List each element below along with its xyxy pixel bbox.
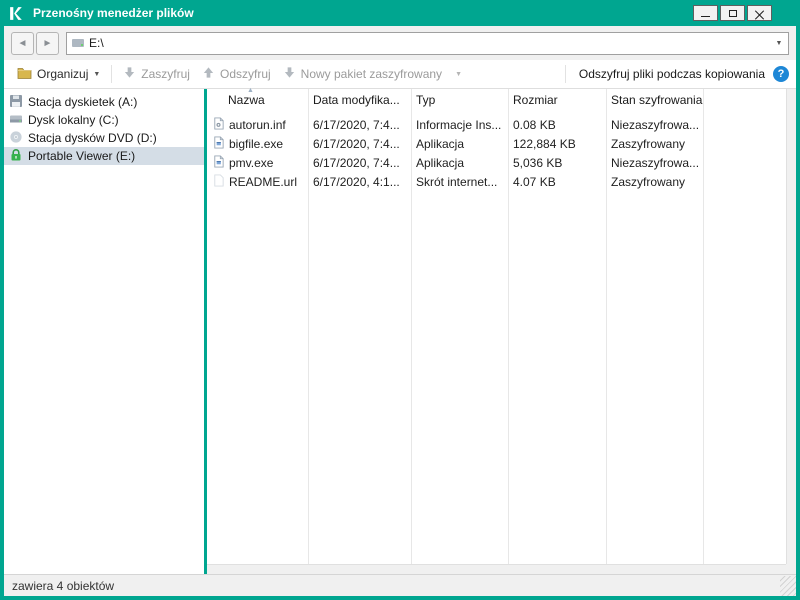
maximize-icon xyxy=(729,10,737,17)
chevron-down-icon: ▼ xyxy=(776,40,783,47)
navigation-bar: ◄ ► E:\ ▼ xyxy=(4,26,796,60)
file-encryption-status: Niezaszyfrowa... xyxy=(611,115,706,134)
window-body: ◄ ► E:\ ▼ Organizuj ▼ Zaszyfr xyxy=(4,26,796,596)
file-rows: autorun.inf 6/17/2020, 7:4... Informacje… xyxy=(207,115,786,191)
status-text: zawiera 4 obiektów xyxy=(12,579,114,593)
floppy-drive-icon xyxy=(9,94,23,111)
file-type: Aplikacja xyxy=(416,153,506,172)
arrow-down-icon xyxy=(123,66,136,82)
file-row-autorun[interactable]: autorun.inf 6/17/2020, 7:4... Informacje… xyxy=(207,115,786,134)
column-header-modified[interactable]: Data modyfika... xyxy=(313,89,408,111)
organize-label: Organizuj xyxy=(37,67,88,81)
file-encryption-status: Niezaszyfrowa... xyxy=(611,153,706,172)
scrollbar-corner xyxy=(786,564,796,574)
column-header-name[interactable]: Nazwa xyxy=(228,89,308,111)
sidebar-item-label: Dysk lokalny (C:) xyxy=(28,113,119,127)
maximize-button[interactable] xyxy=(720,5,745,21)
chevron-down-icon: ▼ xyxy=(93,71,100,78)
sidebar-item-label: Portable Viewer (E:) xyxy=(28,149,135,163)
sidebar-item-label: Stacja dyskietek (A:) xyxy=(28,95,137,109)
dvd-drive-icon xyxy=(9,130,23,147)
window-title: Przenośny menedżer plików xyxy=(33,6,194,20)
file-modified: 6/17/2020, 7:4... xyxy=(313,115,408,134)
minimize-icon xyxy=(701,16,710,17)
file-size: 4.07 KB xyxy=(513,172,603,191)
close-icon xyxy=(755,9,764,18)
vertical-scrollbar[interactable] xyxy=(786,89,796,564)
organize-button[interactable]: Organizuj ▼ xyxy=(11,63,106,85)
sidebar-item-label: Stacja dysków DVD (D:) xyxy=(28,131,157,145)
file-modified: 6/17/2020, 7:4... xyxy=(313,134,408,153)
file-row-pmv[interactable]: pmv.exe 6/17/2020, 7:4... Aplikacja 5,03… xyxy=(207,153,786,172)
app-window: Przenośny menedżer plików ◄ ► E:\ ▼ Orga xyxy=(0,0,800,600)
chevron-down-icon: ▼ xyxy=(455,71,462,78)
file-modified: 6/17/2020, 4:1... xyxy=(313,172,408,191)
file-list: ▲ Nazwa Data modyfika... Typ Rozmiar Sta… xyxy=(207,89,796,574)
file-name: autorun.inf xyxy=(229,118,286,132)
minimize-button[interactable] xyxy=(693,5,718,21)
address-combobox[interactable]: E:\ ▼ xyxy=(66,32,789,55)
close-button[interactable] xyxy=(747,5,772,21)
file-type: Skrót internet... xyxy=(416,172,506,191)
forward-icon: ► xyxy=(43,38,53,49)
drive-icon xyxy=(72,39,84,47)
sidebar-item-local-c[interactable]: Dysk lokalny (C:) xyxy=(4,111,204,129)
column-header-size[interactable]: Rozmiar xyxy=(513,89,603,111)
forward-button[interactable]: ► xyxy=(36,32,59,55)
address-dropdown-button[interactable]: ▼ xyxy=(770,33,788,54)
decrypt-button[interactable]: Odszyfruj xyxy=(196,63,277,85)
sidebar-item-portable-e[interactable]: Portable Viewer (E:) xyxy=(4,147,204,165)
application-file-icon xyxy=(212,155,225,171)
sidebar-item-floppy-a[interactable]: Stacja dyskietek (A:) xyxy=(4,93,204,111)
back-icon: ◄ xyxy=(18,38,28,49)
drive-list: Stacja dyskietek (A:) Dysk lokalny (C:) … xyxy=(4,89,204,574)
toolbar-separator xyxy=(111,65,112,83)
address-text: E:\ xyxy=(89,36,770,50)
resize-grip[interactable] xyxy=(780,576,796,596)
setup-file-icon xyxy=(212,117,225,133)
content-area: Stacja dyskietek (A:) Dysk lokalny (C:) … xyxy=(4,89,796,574)
back-button[interactable]: ◄ xyxy=(11,32,34,55)
decrypt-label: Odszyfruj xyxy=(220,67,271,81)
kaspersky-logo-icon xyxy=(8,5,25,22)
application-file-icon xyxy=(212,136,225,152)
horizontal-scrollbar[interactable] xyxy=(207,564,786,574)
file-type: Aplikacja xyxy=(416,134,506,153)
status-bar: zawiera 4 obiektów xyxy=(4,574,796,596)
file-size: 122,884 KB xyxy=(513,134,603,153)
titlebar: Przenośny menedżer plików xyxy=(0,0,800,26)
decrypt-on-copy-option[interactable]: Odszyfruj pliki podczas kopiowania xyxy=(579,67,765,81)
arrow-down-icon xyxy=(283,66,296,82)
file-row-readme[interactable]: README.url 6/17/2020, 4:1... Skrót inter… xyxy=(207,172,786,191)
file-name: README.url xyxy=(229,175,297,189)
encrypt-button[interactable]: Zaszyfruj xyxy=(117,63,196,85)
file-name: bigfile.exe xyxy=(229,137,283,151)
folder-icon xyxy=(17,66,32,82)
file-encryption-status: Zaszyfrowany xyxy=(611,134,706,153)
toolbar: Organizuj ▼ Zaszyfruj Odszyfruj xyxy=(4,60,796,89)
column-header-status[interactable]: Stan szyfrowania xyxy=(611,89,706,111)
url-file-icon xyxy=(212,174,225,190)
new-package-label: Nowy pakiet zaszyfrowany xyxy=(301,67,442,81)
file-modified: 6/17/2020, 7:4... xyxy=(313,153,408,172)
encrypt-label: Zaszyfruj xyxy=(141,67,190,81)
toolbar-right-group: Odszyfruj pliki podczas kopiowania ? xyxy=(560,65,789,83)
file-encryption-status: Zaszyfrowany xyxy=(611,172,706,191)
new-encrypted-package-button[interactable]: Nowy pakiet zaszyfrowany ▼ xyxy=(277,63,468,85)
encrypted-drive-icon xyxy=(9,148,23,165)
file-name: pmv.exe xyxy=(229,156,273,170)
file-size: 5,036 KB xyxy=(513,153,603,172)
file-row-bigfile[interactable]: bigfile.exe 6/17/2020, 7:4... Aplikacja … xyxy=(207,134,786,153)
file-type: Informacje Ins... xyxy=(416,115,506,134)
toolbar-separator xyxy=(565,65,566,83)
file-size: 0.08 KB xyxy=(513,115,603,134)
window-controls xyxy=(693,5,772,21)
help-icon: ? xyxy=(778,68,785,80)
help-button[interactable]: ? xyxy=(773,66,789,82)
arrow-up-icon xyxy=(202,66,215,82)
column-header-type[interactable]: Typ xyxy=(416,89,506,111)
hard-drive-icon xyxy=(9,112,23,129)
sidebar-item-dvd-d[interactable]: Stacja dysków DVD (D:) xyxy=(4,129,204,147)
